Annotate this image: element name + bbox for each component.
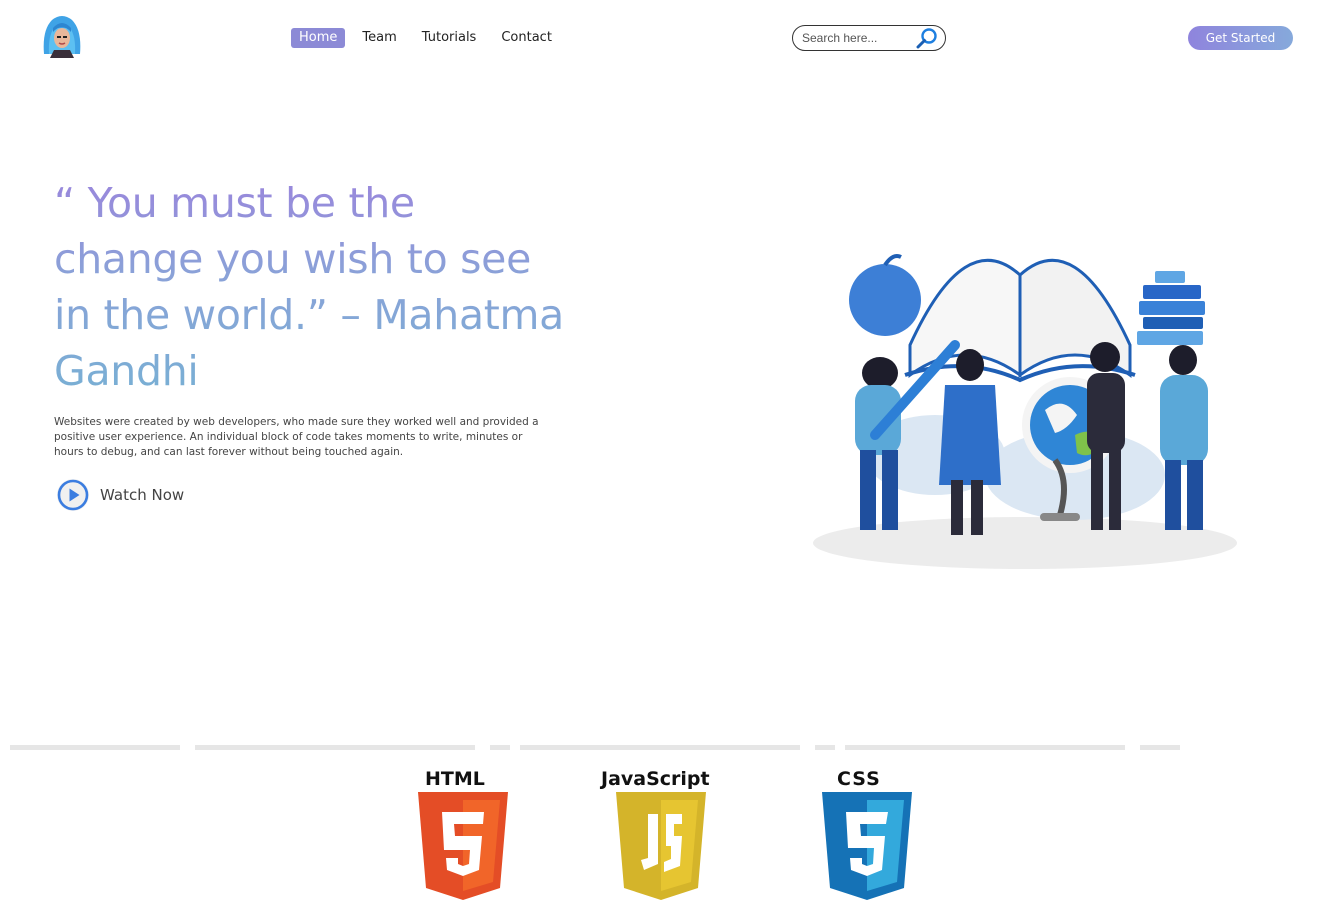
navbar: Home Team Tutorials Contact Get Started [0, 0, 1321, 76]
css-title: CSS [837, 768, 881, 790]
hero-description: Websites were created by web developers,… [54, 416, 539, 458]
play-circle-icon [57, 479, 89, 511]
main-nav: Home Team Tutorials Contact [291, 28, 569, 48]
hero-illustration [805, 225, 1245, 585]
avatar-logo-icon[interactable] [40, 14, 84, 58]
html5-shield-icon [418, 792, 508, 900]
watch-now-button[interactable]: Watch Now [56, 478, 184, 512]
watch-now-label: Watch Now [100, 486, 185, 504]
divider-strip [0, 745, 1321, 751]
javascript-title: JavaScript [601, 768, 710, 790]
nav-link-tutorials[interactable]: Tutorials [414, 28, 485, 48]
search-icon[interactable] [915, 27, 939, 49]
nav-link-team[interactable]: Team [354, 28, 404, 48]
html-title: HTML [425, 768, 485, 790]
nav-link-contact[interactable]: Contact [493, 28, 560, 48]
css3-logo: CSS [820, 768, 914, 902]
js-shield-icon [616, 792, 706, 900]
css3-shield-icon [822, 792, 912, 900]
search-input[interactable] [802, 31, 914, 45]
html5-logo: HTML [416, 768, 510, 902]
hero-quote: “ You must be the change you wish to see… [54, 175, 564, 399]
javascript-logo: JavaScript [600, 768, 720, 902]
get-started-button[interactable]: Get Started [1188, 26, 1293, 50]
search-box [792, 25, 946, 51]
nav-link-home[interactable]: Home [291, 28, 346, 48]
